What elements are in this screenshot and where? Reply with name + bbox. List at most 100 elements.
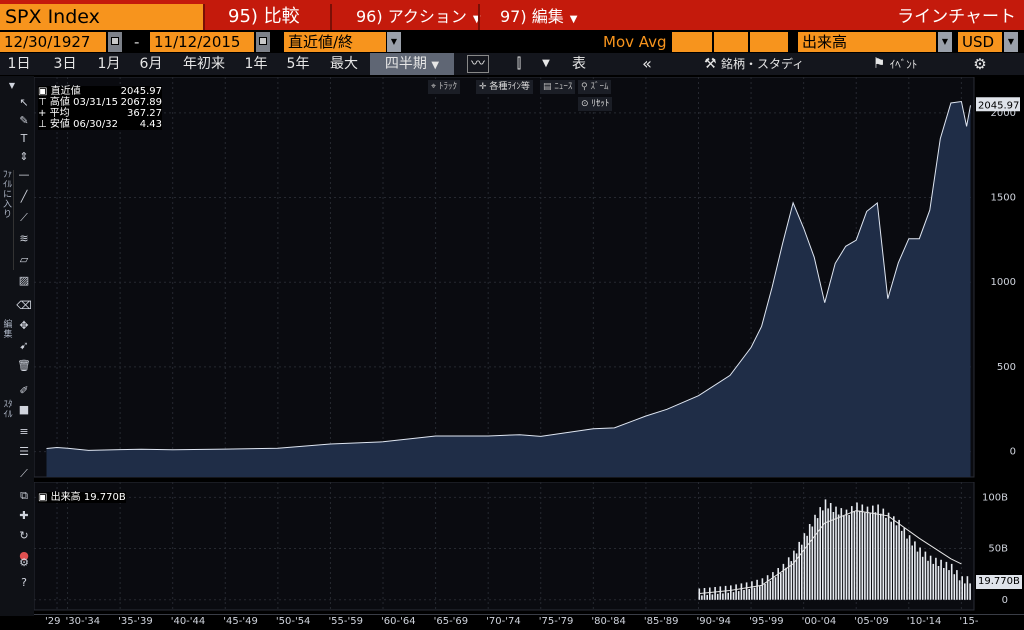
- fill-tool[interactable]: ■: [16, 402, 32, 418]
- price-field-dropdown[interactable]: ▼: [387, 32, 401, 52]
- draw-tool[interactable]: ⟋: [16, 466, 32, 482]
- gear-tool[interactable]: ⚙: [16, 555, 32, 571]
- volume-bar: [829, 503, 832, 600]
- period-6m[interactable]: 6月: [136, 53, 166, 75]
- text-tool[interactable]: T: [16, 131, 32, 147]
- line-chart-button[interactable]: 〰: [462, 53, 494, 75]
- shape-tool[interactable]: ▱: [16, 252, 32, 268]
- chevron-down-icon: ▼: [941, 37, 949, 46]
- eraser-tool[interactable]: ⌫: [16, 298, 32, 314]
- period-5y[interactable]: 5年: [282, 53, 314, 75]
- currency-dropdown[interactable]: ▼: [1004, 32, 1018, 52]
- table-button[interactable]: 表: [566, 53, 592, 75]
- security-study-button[interactable]: ⚒ 銘柄・スタディ: [704, 53, 804, 75]
- cross-button[interactable]: ✛ 各種ﾗｲﾝ等: [476, 80, 533, 94]
- news-button[interactable]: ▤ ﾆｭｰｽ: [540, 80, 576, 94]
- pointer-tool[interactable]: ↖: [16, 95, 32, 111]
- help-button[interactable]: ?: [16, 575, 32, 591]
- calendar-button[interactable]: [256, 32, 270, 52]
- volume-bar: [709, 587, 711, 600]
- period-1d[interactable]: 1日: [4, 53, 34, 75]
- move-tool[interactable]: ✥: [16, 318, 32, 334]
- refresh-icon: ↻: [19, 529, 29, 542]
- edit-menu[interactable]: 97) 編集 ▼: [500, 4, 577, 30]
- pen-icon: ✐: [19, 384, 29, 397]
- chart-style-dropdown[interactable]: ▼: [536, 53, 556, 75]
- toolbar-collapse[interactable]: ▼: [4, 78, 20, 94]
- volume-bar: [780, 573, 782, 600]
- add-tool[interactable]: ✚: [16, 508, 32, 524]
- mov-avg-input-3[interactable]: [750, 32, 788, 52]
- volume-bar: [816, 518, 819, 600]
- pen-tool[interactable]: ✎: [16, 113, 32, 129]
- settings-button[interactable]: ⚙: [970, 53, 990, 75]
- period-3d[interactable]: 3日: [50, 53, 80, 75]
- line-width-icon: ≡: [19, 425, 29, 438]
- price-chart[interactable]: 20001500100050002045.97: [34, 77, 1024, 479]
- mov-avg-input-2[interactable]: [714, 32, 748, 52]
- volume-bar: [772, 572, 774, 600]
- x-tick-label: '60-'64: [381, 616, 416, 627]
- end-date-input[interactable]: 11/12/2015: [150, 32, 254, 52]
- delete-tool[interactable]: 🗑: [16, 358, 32, 374]
- mov-avg-input-1[interactable]: [672, 32, 712, 52]
- reset-button[interactable]: ⊙ ﾘｾｯﾄ: [578, 97, 613, 111]
- period-max[interactable]: 最大: [326, 53, 362, 75]
- x-tick-label: '65-'69: [433, 616, 469, 627]
- line-icon: ╱: [20, 190, 28, 203]
- period-ytd[interactable]: 年初来: [180, 53, 228, 75]
- track-button[interactable]: ⌖ ﾄﾗｯｸ: [428, 80, 460, 94]
- volume-bar: [719, 586, 722, 600]
- chart-type-label[interactable]: ラインチャート: [897, 4, 1016, 30]
- volume-bar: [745, 582, 748, 600]
- volume-bar: [879, 513, 882, 600]
- volume-bar: [937, 566, 940, 600]
- price-field-select[interactable]: 直近値/終: [284, 32, 386, 52]
- line-width-tool[interactable]: ≡: [16, 424, 32, 440]
- legend-low-value: 4.43: [139, 119, 162, 130]
- volume-bar: [835, 506, 837, 600]
- y-tick-label: 0: [1010, 447, 1016, 458]
- calendar-button[interactable]: [108, 32, 122, 52]
- start-date-input[interactable]: 12/30/1927: [0, 32, 106, 52]
- volume-field-dropdown[interactable]: ▼: [938, 32, 952, 52]
- volume-bar: [722, 593, 724, 600]
- help-icon: ?: [21, 576, 27, 589]
- volume-bar: [701, 595, 703, 600]
- trendline-tool[interactable]: ╱: [16, 189, 32, 205]
- select-tool[interactable]: ➹: [16, 338, 32, 354]
- volume-chart[interactable]: 100B 50B 0: [34, 482, 1024, 612]
- refresh-tool[interactable]: ↻: [16, 528, 32, 544]
- event-button[interactable]: ⚑ ｲﾍﾞﾝﾄ: [860, 53, 930, 75]
- measure-tool[interactable]: ⇕: [16, 149, 32, 165]
- ticker-field[interactable]: SPX Index: [0, 4, 203, 30]
- fib-tool[interactable]: ≋: [16, 231, 32, 247]
- flag-icon: ⚑: [872, 56, 886, 72]
- compare-menu[interactable]: 95) 比較: [228, 4, 300, 30]
- favorites-label: ﾌｧｲﾙに入り: [2, 170, 14, 270]
- style-pen-tool[interactable]: ✐: [16, 383, 32, 399]
- hline-tool[interactable]: —: [16, 167, 32, 183]
- arrow-tool[interactable]: ▨: [16, 273, 32, 289]
- currency-select[interactable]: USD: [958, 32, 1002, 52]
- study-icon: ⚒: [704, 56, 717, 72]
- volume-bar: [943, 568, 945, 600]
- frequency-select[interactable]: 四半期 ▼: [370, 53, 454, 75]
- legend-last-value: 2045.97: [120, 86, 162, 97]
- action-menu[interactable]: 96) アクション ▼: [356, 4, 481, 30]
- price-legend: ▣ 直近値 2045.97 ⊤ 高値 03/31/15 2067.89 + 平均 36…: [38, 86, 162, 130]
- bar-chart-button[interactable]: ⫿: [506, 53, 532, 75]
- volume-field-select[interactable]: 出来高: [798, 32, 936, 52]
- collapse-button[interactable]: «: [634, 53, 660, 75]
- volume-bar: [735, 584, 737, 600]
- layers-icon: ⧉: [20, 489, 28, 502]
- layers-tool[interactable]: ⧉: [16, 488, 32, 504]
- period-1m[interactable]: 1月: [94, 53, 124, 75]
- zoom-button[interactable]: ⚲ ｽﾞｰﾑ: [578, 80, 612, 94]
- frequency-label: 四半期: [384, 56, 427, 72]
- volume-bar: [732, 592, 735, 600]
- volume-bar: [798, 541, 800, 600]
- line-style-tool[interactable]: ☰: [16, 444, 32, 460]
- channel-tool[interactable]: ⟋: [16, 210, 32, 226]
- period-1y[interactable]: 1年: [240, 53, 272, 75]
